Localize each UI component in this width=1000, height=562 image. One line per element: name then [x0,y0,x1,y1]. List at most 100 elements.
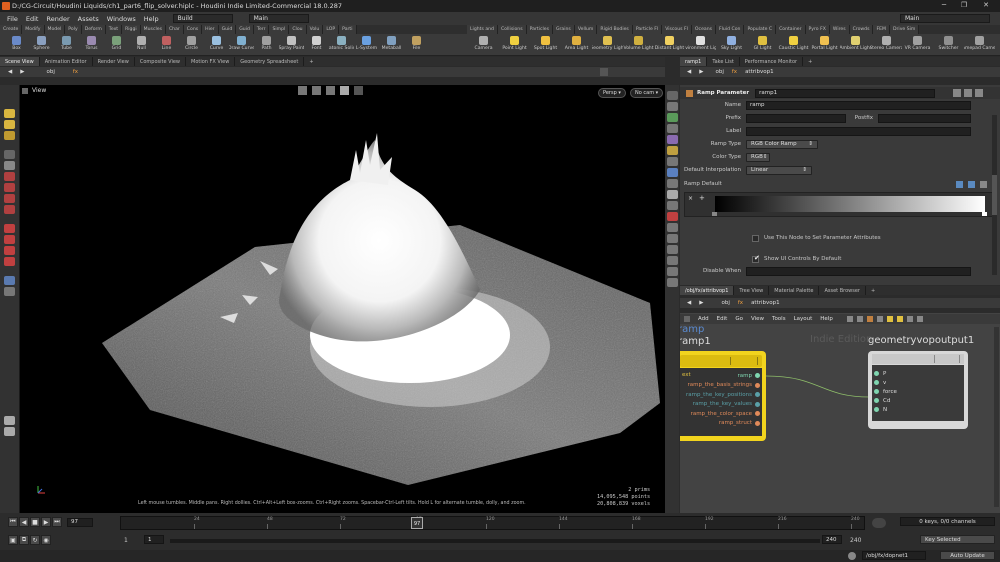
playhead-marker[interactable]: 97 [411,517,424,529]
node-name-field[interactable]: ramp1 [755,88,936,98]
red-marker-icon[interactable] [666,212,678,221]
ramp-add-icon[interactable]: + [699,194,705,202]
maximize-button[interactable]: ❐ [955,1,973,11]
display-normals-icon[interactable] [666,168,678,177]
tab-tree-view[interactable]: Tree View [734,286,770,295]
tab-motion-fx-view[interactable]: Motion FX View [186,57,236,66]
record-icon[interactable] [4,224,15,233]
info-icon[interactable] [975,89,984,97]
shelf-tool-stereo-camera[interactable]: Stereo Camera [871,34,902,56]
ramp-editor[interactable]: × + [684,192,996,217]
menu-file[interactable]: File [3,15,22,23]
shelf-tool-file[interactable]: File [404,34,429,56]
range-end[interactable]: 240 [850,537,861,544]
display-lighting-icon[interactable] [340,86,349,95]
show-ui-checkbox[interactable]: ✔ [752,254,760,263]
param-path-node[interactable]: attribvop1 [741,69,778,75]
snap-multi-icon[interactable] [4,205,15,214]
ramp-remove-icon[interactable]: × [688,195,693,202]
output-node-flags[interactable] [934,355,960,363]
camera-button[interactable]: No cam ▾ [630,88,664,98]
overlay-icon[interactable] [666,278,678,287]
ramp-edit-icon[interactable] [968,180,975,188]
shelf-tool-vr-camera[interactable]: VR Camera [902,34,933,56]
realtime-icon[interactable]: ▣ [8,535,18,545]
tab-geometry-spreadsheet[interactable]: Geometry Spreadsheet [235,57,305,66]
shelf-tool-ambient-light[interactable]: Ambient Light [840,34,871,56]
network-forward-icon[interactable]: ▶ [695,300,707,306]
pose-tool-icon[interactable] [4,150,15,159]
shelf-tool-distant-light[interactable]: Distant Light [654,34,685,56]
guide-icon[interactable] [666,223,678,232]
close-button[interactable]: ✕ [977,1,995,11]
shelf-tool-env-light[interactable]: Environment Light [685,34,716,56]
menu-edit[interactable]: Edit [22,15,43,23]
range-slider[interactable] [170,539,820,543]
shelf-tool-point-light[interactable]: Point Light [499,34,530,56]
network-editor[interactable]: Add Edit Go View Tools Layout Help Indie… [680,313,1000,513]
play-button[interactable]: ▶ [41,517,51,527]
shelf-tool-sphere[interactable]: Sphere [29,34,54,56]
network-path-node[interactable]: attribvop1 [747,300,784,306]
shelf-tool-geometry-light[interactable]: Geometry Light [592,34,623,56]
param-path-fx[interactable]: fx [728,69,741,75]
lock-view-icon[interactable] [666,91,678,100]
visualizer-icon[interactable] [666,234,678,243]
lock-icon[interactable] [4,161,15,170]
shelf-tool-switcher[interactable]: Switcher [933,34,964,56]
shelf-tool-box[interactable]: Box [4,34,29,56]
snap-prim-icon[interactable] [4,183,15,192]
param-name-field[interactable]: ramp [746,100,971,110]
color-type-dropdown[interactable]: RGB ⇕ [746,152,770,162]
jump-end-button[interactable]: ⏭ [52,517,62,527]
update-mode-dropdown[interactable]: Auto Update [940,551,995,560]
back-arrow-icon[interactable]: ◀ [4,69,16,75]
range-start-field[interactable]: 1 [144,535,164,544]
display-bbox-icon[interactable] [666,201,678,210]
handle-tool-icon[interactable] [4,120,15,129]
magnet-icon[interactable] [4,246,15,255]
range-end-field[interactable]: 240 [822,535,842,544]
param-prefix-field[interactable] [746,113,846,123]
scene-viewport[interactable]: View Persp ▾ No cam ▾ Left mouse tumbles… [20,85,665,513]
snap-grid-icon[interactable] [4,172,15,181]
stop-button[interactable]: ■ [30,517,40,527]
shelf-tool-volume-light[interactable]: Volume Light [623,34,654,56]
status-path-field[interactable]: /obj/fx/dopnet1 [862,551,926,560]
param-path-obj[interactable]: obj [711,69,727,75]
tab-render-view[interactable]: Render View [93,57,135,66]
tab-scene-view[interactable]: Scene View [0,57,40,66]
shelf-tool-tube[interactable]: Tube [54,34,79,56]
shelf-tool-area-light[interactable]: Area Light [561,34,592,56]
shelf-tool-curve[interactable]: Curve [204,34,229,56]
shelf-tool-gamepad-camera[interactable]: Gamepad Camera [964,34,995,56]
gear-icon[interactable] [953,89,962,97]
network-scrollbar[interactable] [994,327,999,507]
shelf-tool-caustic-light[interactable]: Caustic Light [778,34,809,56]
input-port-icon[interactable] [874,398,879,403]
help-icon[interactable] [964,89,973,97]
light-icon[interactable] [4,287,15,296]
tab-network-path[interactable]: /obj/fx/attribvop1 [680,286,735,295]
ramp-preset-icon[interactable] [956,180,963,188]
flipbook-icon[interactable] [666,256,678,265]
grid-toggle-icon[interactable] [666,245,678,254]
shelf-tool-torus[interactable]: Torus [79,34,104,56]
ramp-gear-icon[interactable] [980,180,987,188]
shelf-tool-null[interactable]: Null [129,34,154,56]
tab-performance-monitor[interactable]: Performance Monitor [740,57,804,66]
use-node-checkbox[interactable] [752,234,759,242]
forward-arrow-icon[interactable]: ▶ [16,69,28,75]
desktop-select[interactable]: Build [172,14,233,23]
shelf-tool-spray-paint[interactable]: Spray Paint [279,34,304,56]
shelf-tool-draw-curve[interactable]: Draw Curve [229,34,254,56]
shelf-tool-gi-light[interactable]: GI Light [747,34,778,56]
ramp-key-end[interactable] [982,212,987,216]
add-tab-button[interactable]: + [304,57,318,66]
shelf-tool-camera[interactable]: Camera [468,34,499,56]
range-lock-icon[interactable]: ⧉ [19,535,29,545]
display-uv-icon[interactable] [666,179,678,188]
jump-start-button[interactable]: ⏮ [8,517,18,527]
select-tool-icon[interactable] [4,109,15,118]
timeline-track[interactable]: 24487297120144168192216240 97 [120,516,865,530]
